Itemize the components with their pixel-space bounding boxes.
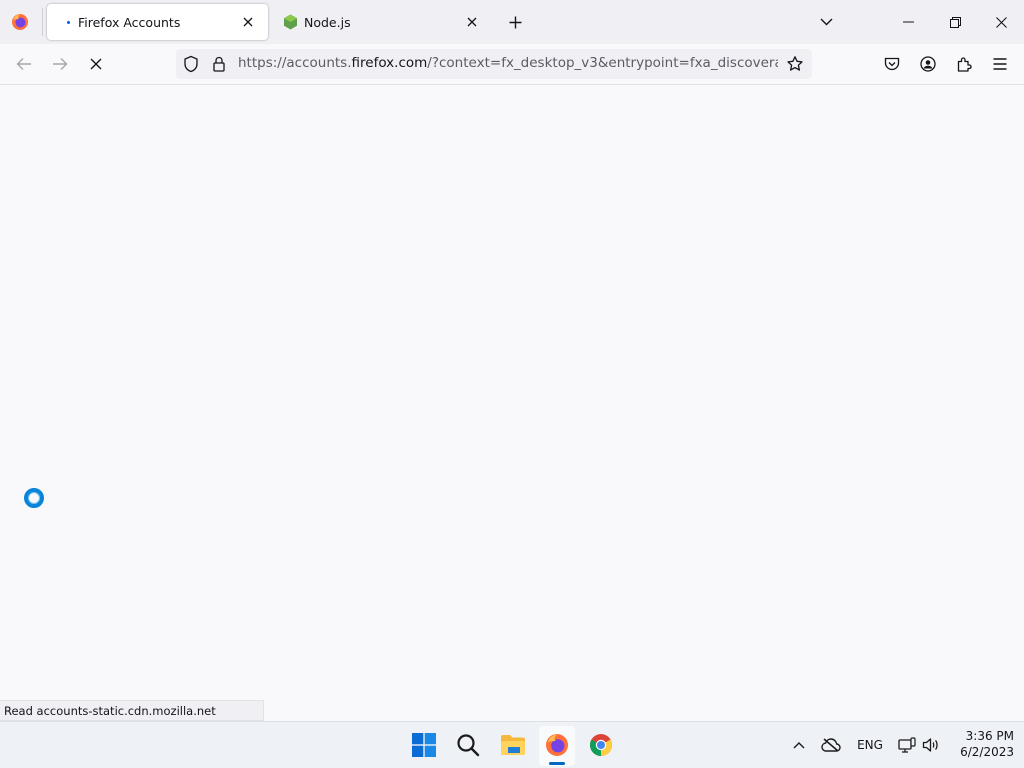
firefox-menu-button[interactable]: [0, 0, 40, 44]
windows-taskbar: ENG 3:36 PM 6/2/2023: [0, 721, 1024, 768]
close-icon: [467, 17, 477, 27]
clock[interactable]: 3:36 PM 6/2/2023: [950, 728, 1014, 760]
account-button[interactable]: [914, 50, 942, 78]
cloud-offline-icon: [821, 738, 841, 752]
stop-button[interactable]: [82, 50, 110, 78]
forward-button[interactable]: [46, 50, 74, 78]
extensions-button[interactable]: [950, 50, 978, 78]
onedrive-status-button[interactable]: [820, 735, 842, 755]
pocket-icon: [884, 57, 900, 71]
page-content: [0, 85, 1024, 720]
account-icon: [920, 56, 936, 72]
close-icon: [243, 17, 253, 27]
arrow-left-icon: [16, 58, 31, 70]
speaker-icon: [922, 738, 938, 752]
list-all-tabs-button[interactable]: [814, 10, 838, 34]
network-icon: [898, 737, 916, 753]
close-tab-button[interactable]: [238, 12, 258, 32]
show-hidden-icons-button[interactable]: [790, 735, 808, 755]
tab-title: Firefox Accounts: [78, 14, 181, 30]
address-bar[interactable]: https://accounts.firefox.com/?context=fx…: [176, 49, 812, 79]
tab-nodejs[interactable]: Node.js: [272, 4, 492, 40]
loading-dot-icon: [67, 20, 70, 24]
url-host: firefox.com: [351, 55, 428, 71]
active-app-indicator: [549, 762, 565, 765]
firefox-icon: [546, 734, 568, 756]
close-window-button[interactable]: [978, 0, 1024, 44]
bookmark-star-icon[interactable]: [786, 55, 804, 73]
close-icon: [995, 16, 1007, 28]
minimize-icon: [902, 21, 914, 23]
tab-bar: Firefox Accounts Node.js: [0, 0, 1024, 44]
firefox-taskbar-button[interactable]: [542, 730, 572, 760]
nodejs-icon: [282, 14, 298, 30]
navigation-toolbar: https://accounts.firefox.com/?context=fx…: [0, 44, 1024, 85]
tab-separator: [42, 8, 43, 36]
restore-icon: [949, 16, 961, 28]
chrome-taskbar-button[interactable]: [586, 730, 616, 760]
search-icon: [457, 734, 480, 757]
app-menu-button[interactable]: [986, 50, 1014, 78]
puzzle-icon: [957, 57, 972, 72]
restore-button[interactable]: [932, 0, 978, 44]
pocket-button[interactable]: [878, 50, 906, 78]
loading-spinner-icon: [24, 488, 44, 508]
language-indicator[interactable]: ENG: [852, 735, 888, 755]
lock-icon[interactable]: [210, 55, 228, 73]
firefox-icon: [12, 14, 28, 30]
file-explorer-button[interactable]: [498, 730, 528, 760]
clock-time: 3:36 PM: [965, 729, 1014, 743]
new-tab-button[interactable]: [503, 10, 527, 34]
arrow-right-icon: [53, 58, 68, 70]
back-button[interactable]: [10, 50, 38, 78]
tracking-protection-shield-icon[interactable]: [182, 55, 200, 73]
tab-firefox-accounts[interactable]: Firefox Accounts: [47, 4, 268, 40]
language-text: ENG: [857, 738, 883, 752]
clock-date: 6/2/2023: [960, 745, 1014, 759]
status-panel: Read accounts-static.cdn.mozilla.net: [0, 700, 264, 721]
search-button[interactable]: [453, 730, 483, 760]
plus-icon: [509, 16, 521, 28]
chrome-icon: [590, 734, 612, 756]
hamburger-menu-icon: [993, 58, 1007, 70]
chevron-up-icon: [793, 742, 805, 749]
tab-title: Node.js: [304, 14, 351, 30]
windows-start-icon: [412, 733, 436, 757]
chevron-down-icon: [820, 18, 832, 26]
url-text[interactable]: https://accounts.firefox.com/?context=fx…: [238, 55, 778, 73]
stop-icon: [90, 58, 102, 70]
status-text: Read accounts-static.cdn.mozilla.net: [4, 704, 216, 718]
close-tab-button[interactable]: [462, 12, 482, 32]
start-button[interactable]: [409, 730, 439, 760]
network-status-button[interactable]: [897, 735, 917, 755]
url-path: /?context=fx_desktop_v3&entrypoint=fxa_d…: [427, 55, 778, 71]
minimize-button[interactable]: [885, 0, 931, 44]
volume-button[interactable]: [921, 735, 941, 755]
folder-icon: [501, 735, 525, 755]
url-prefix: https://accounts.: [238, 55, 352, 71]
